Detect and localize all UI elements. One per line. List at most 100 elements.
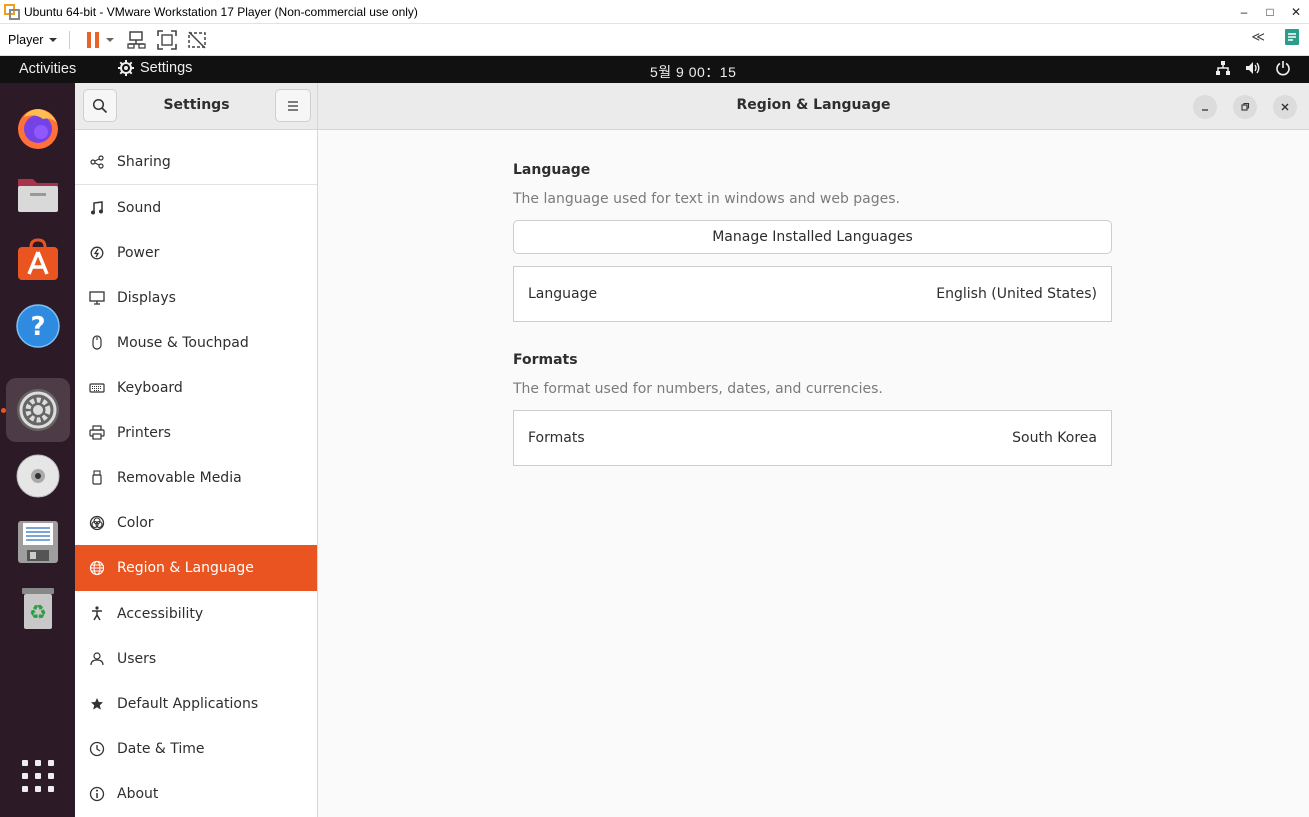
sidebar-item-label: Power <box>117 244 160 261</box>
sidebar-item-accessibility[interactable]: Accessibility <box>75 591 317 636</box>
unity-mode-button[interactable] <box>186 29 208 51</box>
window-title: Ubuntu 64-bit - VMware Workstation 17 Pl… <box>24 4 418 19</box>
sidebar-item-date-time[interactable]: Date & Time <box>75 726 317 771</box>
minimize-icon <box>1202 109 1208 111</box>
sidebar-item-label: Accessibility <box>117 605 204 622</box>
show-applications-button[interactable] <box>22 760 54 792</box>
sidebar-item-power[interactable]: Power <box>75 230 317 275</box>
dock-settings[interactable] <box>6 378 70 442</box>
maximize-window-button[interactable]: □ <box>1257 0 1283 24</box>
globe-icon <box>89 560 105 576</box>
sidebar-item-label: Printers <box>117 424 171 441</box>
collapse-toolbar-button[interactable]: ≪ <box>1251 30 1265 45</box>
clock[interactable]: 5월 9 00：15 <box>650 62 736 82</box>
send-ctrl-alt-del-button[interactable] <box>126 29 148 51</box>
users-icon <box>89 651 105 667</box>
music-note-icon <box>89 200 105 216</box>
color-icon <box>89 515 105 531</box>
usb-icon <box>89 470 105 486</box>
power-options-chevron-icon[interactable] <box>106 37 115 43</box>
star-icon <box>89 696 105 712</box>
vmware-logo-icon <box>4 3 20 20</box>
network-machines-icon <box>127 30 147 49</box>
pause-icon <box>87 31 100 48</box>
sidebar-item-removable-media[interactable]: Removable Media <box>75 455 317 500</box>
region-language-panel: Language The language used for text in w… <box>318 130 1309 817</box>
keyboard-icon <box>89 380 105 396</box>
main-header: Region & Language <box>318 83 1309 130</box>
sidebar-item-label: Mouse & Touchpad <box>117 334 249 351</box>
sidebar-item-keyboard[interactable]: Keyboard <box>75 365 317 410</box>
printer-icon <box>89 425 105 441</box>
formats-row-value: South Korea <box>1012 430 1097 446</box>
language-row-value: English (United States) <box>936 286 1097 302</box>
system-tray[interactable] <box>1215 60 1291 76</box>
formats-row[interactable]: Formats South Korea <box>513 410 1112 466</box>
network-icon <box>1216 61 1230 75</box>
clock-icon <box>89 741 105 757</box>
manage-installed-languages-button[interactable]: Manage Installed Languages <box>513 220 1112 254</box>
chevron-down-icon <box>49 37 58 42</box>
sidebar-item-label: Users <box>117 650 157 667</box>
notes-icon[interactable] <box>1283 28 1301 46</box>
maximize-button[interactable] <box>1233 95 1257 119</box>
fullscreen-button[interactable] <box>156 29 178 51</box>
vmware-title-bar: Ubuntu 64-bit - VMware Workstation 17 Pl… <box>0 0 1309 24</box>
power-icon <box>89 245 105 261</box>
language-row-label: Language <box>528 286 598 302</box>
sidebar-item-label: Sound <box>117 199 162 216</box>
sidebar-item-mouse-touchpad[interactable]: Mouse & Touchpad <box>75 320 317 365</box>
fullscreen-icon <box>157 29 178 50</box>
trash-icon: ♻ <box>22 588 54 629</box>
dock-save-disk[interactable] <box>6 510 70 574</box>
dock-help[interactable]: ? <box>6 294 70 358</box>
vmware-toolbar: Player ≪ <box>0 24 1309 56</box>
dock-app-center[interactable] <box>6 228 70 292</box>
close-button[interactable] <box>1273 95 1297 119</box>
dock-disc[interactable] <box>6 444 70 508</box>
close-icon <box>1281 103 1289 111</box>
dock: ? ♻ <box>0 83 75 817</box>
activities-button[interactable]: Activities <box>19 61 76 77</box>
sidebar-item-region-language[interactable]: Region & Language <box>75 545 317 591</box>
sidebar-item-sound[interactable]: Sound <box>75 185 317 230</box>
dock-firefox[interactable] <box>6 96 70 160</box>
sidebar-item-displays[interactable]: Displays <box>75 275 317 320</box>
sidebar-item-label: Keyboard <box>117 379 183 396</box>
power-icon <box>1276 61 1290 76</box>
dock-files[interactable] <box>6 162 70 226</box>
minimize-button[interactable] <box>1193 95 1217 119</box>
main-menu-button[interactable] <box>275 89 311 122</box>
dock-trash[interactable]: ♻ <box>6 576 70 640</box>
sidebar-header: Settings <box>75 83 318 130</box>
display-icon <box>89 290 105 306</box>
svg-text:♻: ♻ <box>29 600 47 624</box>
sidebar-item-label: Displays <box>117 289 176 306</box>
sidebar-item-default-applications[interactable]: Default Applications <box>75 681 317 726</box>
language-section-title: Language <box>513 162 591 178</box>
close-window-button[interactable]: ✕ <box>1283 0 1309 24</box>
sidebar-item-about[interactable]: About <box>75 771 317 816</box>
formats-section-description: The format used for numbers, dates, and … <box>513 381 883 397</box>
app-menu[interactable]: Settings <box>118 60 192 76</box>
player-menu[interactable]: Player <box>8 32 58 47</box>
sidebar-item-label: Default Applications <box>117 695 259 712</box>
firefox-icon <box>18 109 58 149</box>
sidebar-item-label: Sharing <box>117 153 171 170</box>
accessibility-icon <box>89 606 105 622</box>
sidebar-item-color[interactable]: Color <box>75 500 317 545</box>
pause-button[interactable] <box>82 29 104 51</box>
player-menu-label: Player <box>8 32 44 47</box>
language-row[interactable]: Language English (United States) <box>513 266 1112 322</box>
files-icon <box>18 179 58 212</box>
settings-sidebar: Sharing Sound Power Displays Mouse & Tou… <box>75 130 318 817</box>
minimize-window-button[interactable]: – <box>1231 0 1257 24</box>
unity-icon <box>188 30 207 49</box>
app-center-icon <box>18 238 58 280</box>
sidebar-item-printers[interactable]: Printers <box>75 410 317 455</box>
sidebar-item-label: About <box>117 785 159 802</box>
sidebar-item-sharing[interactable]: Sharing <box>75 139 317 184</box>
language-section-description: The language used for text in windows an… <box>513 191 900 207</box>
help-icon: ? <box>16 304 60 348</box>
sidebar-item-users[interactable]: Users <box>75 636 317 681</box>
